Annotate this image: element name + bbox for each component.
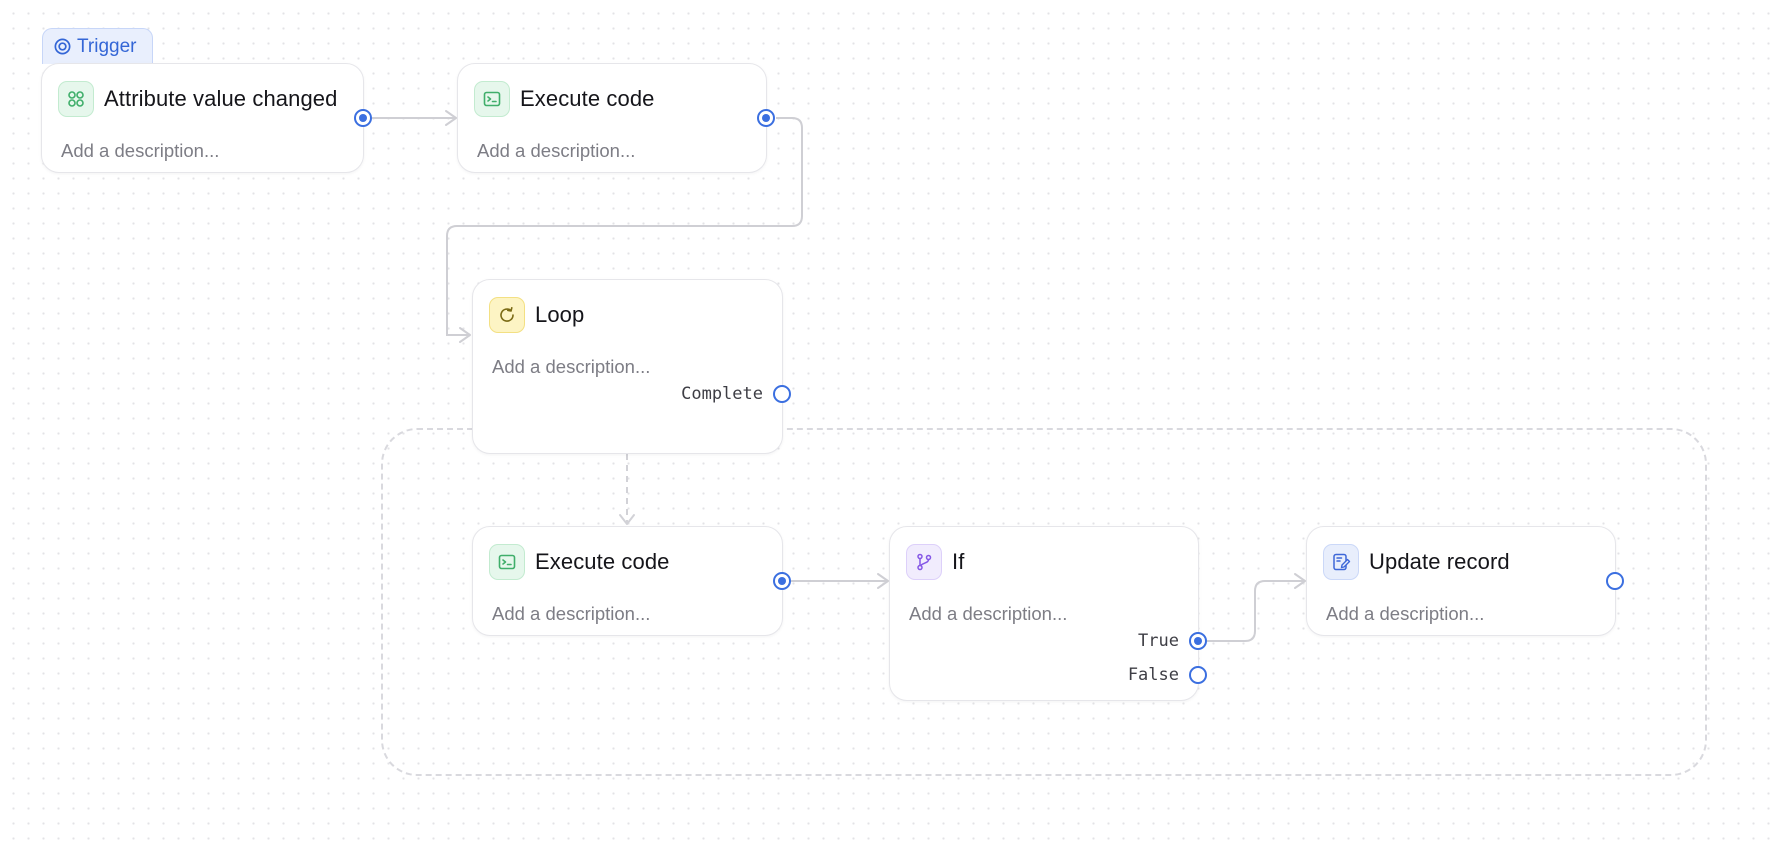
trigger-tag-label: Trigger: [77, 35, 137, 57]
node-update-record[interactable]: Update record Add a description...: [1306, 526, 1616, 636]
output-port[interactable]: [354, 109, 372, 127]
port-label-true: True: [1138, 631, 1179, 651]
node-description[interactable]: Add a description...: [909, 603, 1067, 625]
node-title: If: [952, 549, 965, 574]
terminal-icon: [489, 544, 525, 580]
refresh-icon: [489, 297, 525, 333]
node-execute-code[interactable]: Execute code Add a description...: [472, 526, 783, 636]
node-title: Update record: [1369, 549, 1510, 574]
node-description[interactable]: Add a description...: [1326, 603, 1484, 625]
trigger-tag: Trigger: [42, 28, 153, 64]
true-port[interactable]: [1189, 632, 1207, 650]
node-title: Execute code: [535, 549, 670, 574]
port-label-false: False: [1127, 665, 1179, 685]
port-label-complete: Complete: [681, 384, 763, 404]
output-port[interactable]: [1606, 572, 1624, 590]
node-title: Attribute value changed: [104, 86, 338, 111]
node-execute-code[interactable]: Execute code Add a description...: [457, 63, 767, 173]
false-port[interactable]: [1189, 666, 1207, 684]
complete-port[interactable]: [773, 385, 791, 403]
edit-record-icon: [1323, 544, 1359, 580]
node-loop[interactable]: Loop Add a description... Complete: [472, 279, 783, 454]
output-port[interactable]: [757, 109, 775, 127]
node-attribute-value-changed[interactable]: Attribute value changed Add a descriptio…: [41, 63, 364, 173]
terminal-icon: [474, 81, 510, 117]
output-port[interactable]: [773, 572, 791, 590]
node-description[interactable]: Add a description...: [492, 603, 650, 625]
node-description[interactable]: Add a description...: [492, 356, 650, 378]
node-if[interactable]: If Add a description... True False: [889, 526, 1199, 701]
node-description[interactable]: Add a description...: [477, 140, 635, 162]
branch-icon: [906, 544, 942, 580]
workflow-canvas[interactable]: Trigger Attribute value changed Add a de…: [0, 0, 1770, 848]
node-title: Execute code: [520, 86, 655, 111]
target-icon: [54, 38, 71, 55]
grid-icon: [58, 81, 94, 117]
node-description[interactable]: Add a description...: [61, 140, 219, 162]
node-title: Loop: [535, 302, 585, 327]
